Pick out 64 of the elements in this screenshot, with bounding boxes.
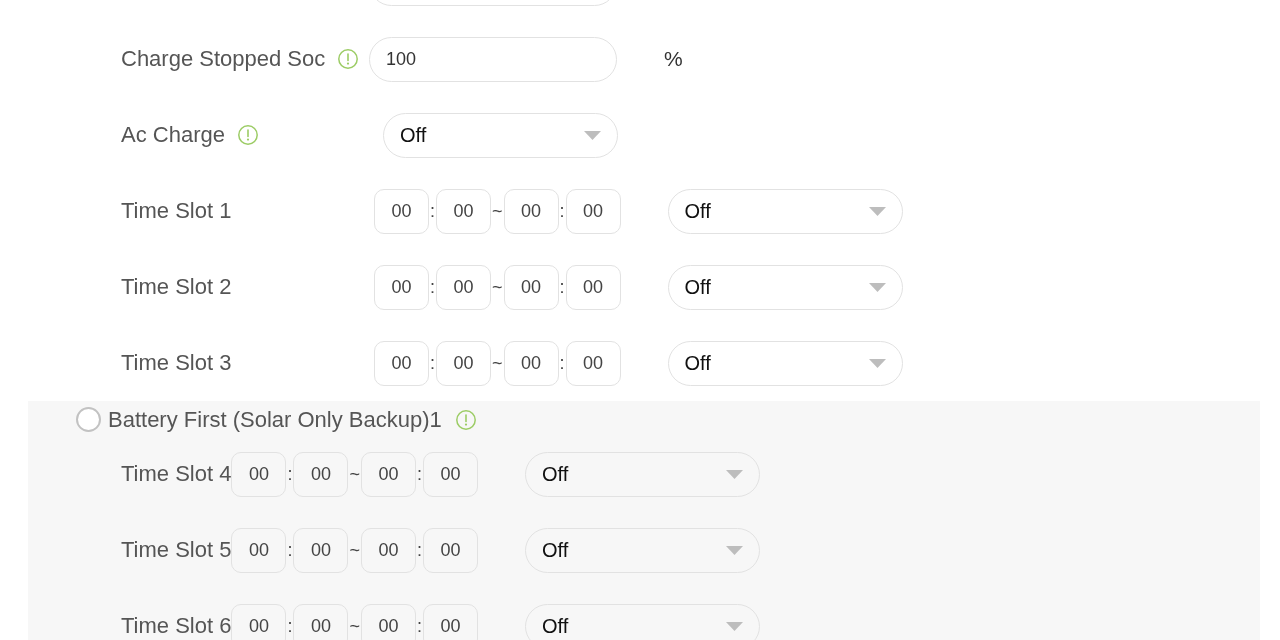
field-label: Ac Charge [121, 124, 225, 146]
time-field[interactable]: 00 [436, 340, 491, 386]
time-separator: ~ [491, 200, 504, 222]
time-separator: ~ [348, 463, 361, 485]
unit-label: % [664, 47, 683, 71]
time-field[interactable]: 00 [423, 527, 478, 573]
time-field[interactable]: 00 [374, 188, 429, 234]
time-field[interactable]: 00 [231, 527, 287, 573]
time-field[interactable]: 00 [361, 603, 416, 640]
time-field[interactable]: 00 [436, 264, 491, 310]
time-separator: : [558, 352, 566, 374]
time-field[interactable]: 00 [503, 264, 559, 310]
info-icon[interactable] [455, 409, 476, 430]
dropdown-select[interactable]: Off [667, 340, 903, 386]
time-field[interactable]: 00 [361, 527, 416, 573]
time-separator: : [416, 463, 423, 485]
radio-button[interactable] [76, 407, 101, 432]
time-separator: : [429, 200, 436, 222]
time-separator: : [416, 615, 423, 637]
field-label: Charge Stopped Soc [121, 48, 326, 70]
time-separator: : [429, 276, 436, 298]
time-separator: : [558, 200, 566, 222]
time-separator: : [286, 615, 294, 637]
field-label: Time Slot 5 [121, 539, 232, 561]
time-field[interactable]: 00 [436, 188, 491, 234]
time-field[interactable]: 00 [565, 188, 621, 234]
caret-icon [726, 545, 743, 555]
caret-icon [584, 130, 601, 140]
field-label: Time Slot 1 [121, 200, 232, 222]
time-separator: : [416, 539, 423, 561]
caret-icon [726, 621, 743, 631]
caret-icon [726, 469, 743, 479]
time-separator: ~ [491, 276, 504, 298]
time-field[interactable]: 00 [423, 603, 478, 640]
time-separator: ~ [491, 352, 504, 374]
time-separator: ~ [348, 615, 361, 637]
time-separator: ~ [348, 539, 361, 561]
time-field[interactable]: 00 [565, 264, 621, 310]
time-separator: : [286, 463, 294, 485]
time-field[interactable]: 00 [374, 264, 429, 310]
info-icon[interactable] [338, 49, 359, 69]
caret-icon [868, 206, 886, 216]
option-label: Battery First (Solar Only Backup)1 [108, 406, 442, 433]
time-field[interactable]: 00 [231, 451, 287, 497]
field-label: Time Slot 6 [121, 615, 232, 637]
info-icon[interactable] [237, 125, 258, 145]
time-field[interactable]: 00 [231, 603, 287, 640]
time-field[interactable]: 00 [503, 188, 559, 234]
time-field[interactable]: 00 [293, 603, 349, 640]
time-separator: : [429, 352, 436, 374]
time-field[interactable]: 00 [423, 451, 478, 497]
time-field[interactable]: 00 [361, 451, 416, 497]
field-label: Time Slot 4 [121, 463, 232, 485]
time-separator: : [286, 539, 294, 561]
caret-icon [868, 282, 886, 292]
time-field[interactable]: 00 [293, 527, 349, 573]
time-field[interactable]: 00 [374, 340, 429, 386]
field-label: Time Slot 3 [121, 352, 232, 374]
time-field[interactable]: 00 [503, 340, 559, 386]
time-field[interactable]: 00 [293, 451, 349, 497]
time-field[interactable]: 00 [565, 340, 621, 386]
caret-icon [868, 358, 886, 368]
field-label: Time Slot 2 [121, 276, 232, 298]
time-separator: : [558, 276, 566, 298]
